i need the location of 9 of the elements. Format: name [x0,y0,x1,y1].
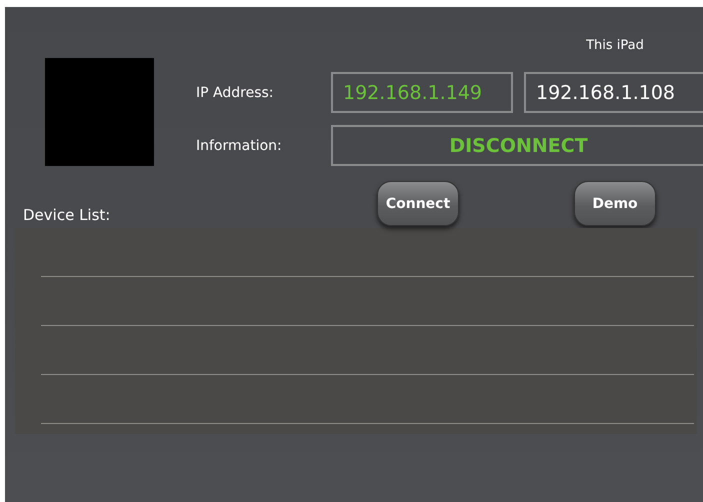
status-field: DISCONNECT [331,125,703,166]
connect-button[interactable]: Connect [377,181,459,226]
device-label: This iPad [586,38,644,53]
target-ip-field[interactable]: 192.168.1.149 [331,72,513,113]
information-label: Information: [196,138,282,154]
device-list-label: Device List: [23,206,110,224]
ip-address-label: IP Address: [196,84,274,100]
demo-button[interactable]: Demo [574,181,656,226]
device-ip-field[interactable]: 192.168.1.108 [524,72,703,113]
